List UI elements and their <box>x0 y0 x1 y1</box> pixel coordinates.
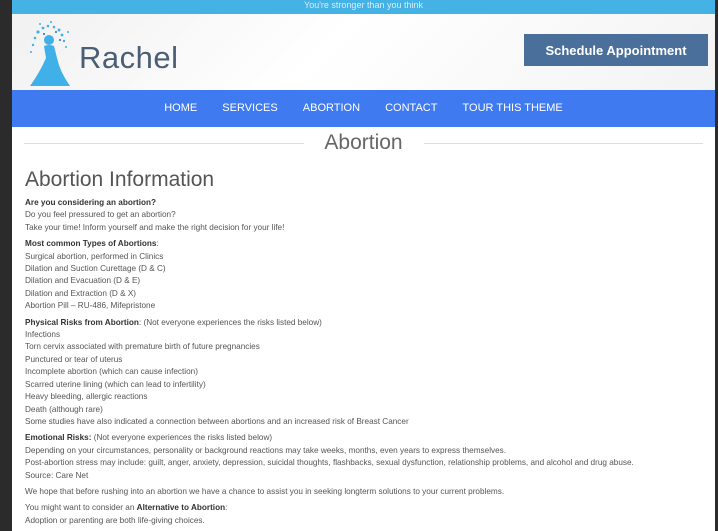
intro-line: Take your time! Inform yourself and make… <box>25 222 285 232</box>
nav-item-abortion[interactable]: ABORTION <box>303 90 360 127</box>
site-logo[interactable]: Rachel <box>24 20 184 88</box>
physical-risk-line: Death (although rare) <box>25 404 103 414</box>
types-line: Abortion Pill – RU-486, Mifepristone <box>25 301 156 311</box>
emotional-risk-line: Post-abortion stress may include: guilt,… <box>25 458 634 468</box>
emotional-risk-line: Depending on your circumstances, persona… <box>25 445 507 455</box>
schedule-appointment-button[interactable]: Schedule Appointment <box>524 34 708 66</box>
types-heading: Most common Types of Abortions <box>25 239 157 249</box>
woman-figure-icon <box>30 21 70 86</box>
alternative-line: Adoption or parenting are both life-givi… <box>25 515 205 525</box>
logo-text: Rachel <box>79 40 179 75</box>
physical-risks-block: Physical Risks from Abortion: (Not every… <box>25 317 702 429</box>
alternative-block: You might want to consider an Alternativ… <box>25 502 702 527</box>
top-bar-text: You're stronger than you think <box>304 0 423 10</box>
nav-item-contact[interactable]: CONTACT <box>385 90 437 127</box>
main-content: Abortion Information Are you considering… <box>12 161 715 527</box>
physical-risk-line: Punctured or tear of uterus <box>25 354 123 364</box>
nav-item-tour-this-theme[interactable]: TOUR THIS THEME <box>463 90 563 127</box>
top-bar: You're stronger than you think <box>12 0 715 14</box>
types-line: Surgical abortion, performed in Clinics <box>25 251 164 261</box>
types-line: Dilation and Evacuation (D & E) <box>25 276 141 286</box>
alternative-suffix: : <box>225 503 228 513</box>
hope-text: We hope that before rushing into an abor… <box>25 486 505 496</box>
nav-item-home[interactable]: HOME <box>164 90 197 127</box>
types-line: Dilation and Suction Curettage (D & C) <box>25 264 166 274</box>
intro-line: Do you feel pressured to get an abortion… <box>25 210 176 220</box>
nav-item-services[interactable]: SERVICES <box>222 90 277 127</box>
emotional-risks-heading: Emotional Risks: <box>25 433 92 443</box>
types-block: Most common Types of Abortions: Surgical… <box>25 238 702 312</box>
main-nav: HOME SERVICES ABORTION CONTACT TOUR THIS… <box>12 90 715 127</box>
physical-risk-line: Incomplete abortion (which can cause inf… <box>25 367 198 377</box>
intro-block: Are you considering an abortion? Do you … <box>25 197 702 234</box>
emotional-risks-block: Emotional Risks: (Not everyone experienc… <box>25 432 702 482</box>
types-line: Dilation and Extraction (D & X) <box>25 288 137 298</box>
alternative-link: Alternative to Abortion <box>136 503 226 513</box>
physical-risks-note: (Not everyone experiences the risks list… <box>141 317 322 327</box>
section-title: Abortion Information <box>25 168 215 191</box>
physical-risk-line: Scarred uterine lining (which can lead t… <box>25 379 206 389</box>
hope-paragraph: We hope that before rushing into an abor… <box>25 486 702 498</box>
emotional-risks-note: (Not everyone experiences the risks list… <box>91 433 273 443</box>
physical-risk-line: Torn cervix associated with premature bi… <box>25 342 260 352</box>
alternative-prefix: You might want to consider an <box>25 503 137 513</box>
site-header: Rachel Schedule Appointment <box>12 14 715 90</box>
browser-frame: You're stronger than you think Rachel Sc… <box>12 0 715 531</box>
page-title-bar: Abortion <box>24 127 703 161</box>
emotional-risk-source: Source: Care Net <box>25 470 89 480</box>
physical-risk-line: Some studies have also indicated a conne… <box>25 416 409 426</box>
page-title: Abortion <box>303 127 424 159</box>
physical-risk-line: Heavy bleeding, allergic reactions <box>25 392 148 402</box>
physical-risks-heading: Physical Risks from Abortion <box>25 317 139 327</box>
physical-risk-line: Infections <box>25 330 61 340</box>
intro-heading: Are you considering an abortion? <box>25 198 157 207</box>
